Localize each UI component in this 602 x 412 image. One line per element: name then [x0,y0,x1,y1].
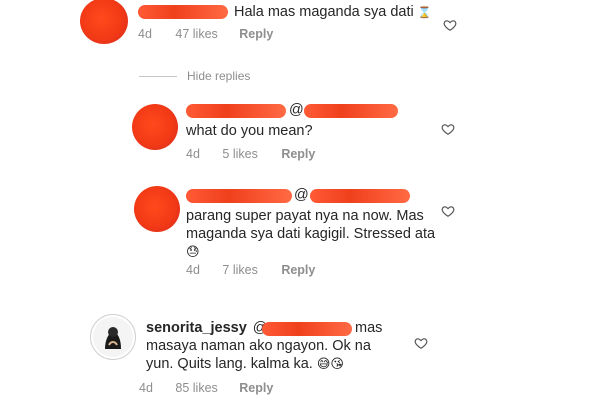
comment-text-line: parang super payat nya na now. Mas [186,208,424,224]
hourglass-emoji-icon: ⌛ [417,7,432,19]
avatar-redacted[interactable] [134,186,180,232]
reply-button[interactable]: Reply [281,263,315,277]
kiss-face-icon: 😘 [330,356,344,371]
mention-redacted[interactable] [310,189,410,203]
username[interactable]: senorita_jessy [146,320,247,336]
avatar-redacted[interactable] [80,0,128,44]
reply-button[interactable]: Reply [239,381,273,395]
mention[interactable]: @ [289,100,304,120]
reply-button[interactable]: Reply [281,147,315,161]
username-redacted[interactable] [186,189,292,203]
like-count[interactable]: 7 likes [222,263,257,277]
like-heart-icon[interactable] [441,204,455,218]
hide-replies-divider [139,76,177,77]
hide-replies-button[interactable]: Hide replies [187,69,250,83]
like-count[interactable]: 85 likes [175,381,217,395]
comment-age: 4d [186,263,200,277]
comment-meta: 4d 85 likes Reply [139,381,273,395]
comment-meta: 4d 47 likes Reply [138,27,273,41]
comment-line-1: senorita_jessy @ [146,318,268,338]
comment-text: Hala mas maganda sya dati ⌛ [234,4,432,20]
profile-photo-icon [93,317,133,357]
comment-text-line: yun. Quits lang. kalma ka. 😅😘 [146,356,344,372]
like-heart-icon[interactable] [414,336,428,350]
comment-text-line: masaya naman ako ngayon. Ok na [146,338,371,354]
avatar[interactable] [90,314,136,360]
comment-meta: 4d 5 likes Reply [186,147,315,161]
like-count[interactable]: 47 likes [175,27,217,41]
mention[interactable]: @ [294,185,309,205]
comment-age: 4d [186,147,200,161]
laughing-face-icon: 😅 [316,356,331,371]
crying-face-icon: 😓 [186,244,200,259]
like-heart-icon[interactable] [443,18,457,32]
comment-text: mas [355,320,383,336]
comment-meta: 4d 7 likes Reply [186,263,315,277]
reply-button[interactable]: Reply [239,27,273,41]
like-count[interactable]: 5 likes [222,147,257,161]
username-redacted[interactable] [186,104,286,118]
avatar-redacted[interactable] [132,104,178,150]
username-redacted[interactable] [138,5,228,19]
comment-text-line: maganda sya dati kagigil. Stressed ata [186,226,436,242]
like-heart-icon[interactable] [441,122,455,136]
comment-age: 4d [138,27,152,41]
comment-age: 4d [139,381,153,395]
mention-redacted[interactable] [304,104,398,118]
comment-text: what do you mean? [186,123,313,139]
mention-redacted[interactable] [262,322,352,336]
